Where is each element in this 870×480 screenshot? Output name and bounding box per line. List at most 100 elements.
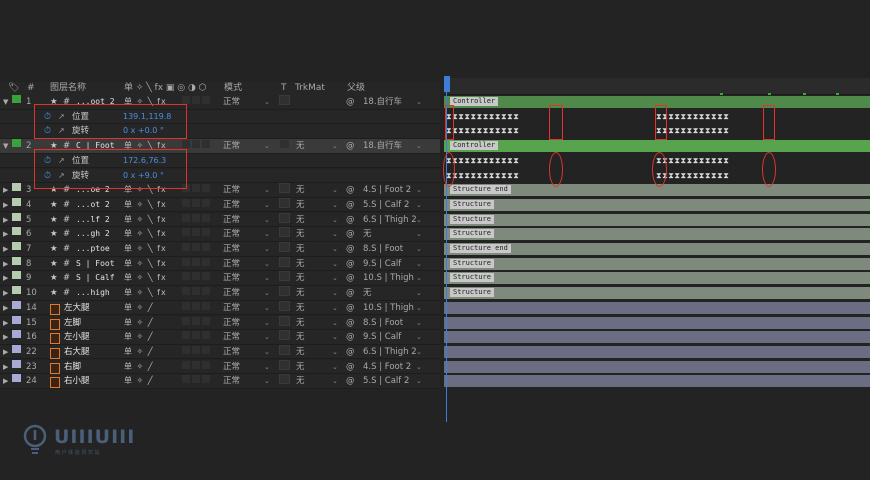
layer-duration-bar[interactable] [444,375,870,388]
switch-boxes[interactable] [182,242,212,251]
triangle-right-icon[interactable]: ▶ [3,286,8,300]
layer-row[interactable]: ▶ 10 ★ # ...high 单 ✧ ╲ fx 正常 ⌄ 无 ⌄ @ 无 ⌄ Structure [0,286,870,301]
chevron-down-icon[interactable]: ⌄ [264,316,270,330]
layer-switches-icon[interactable]: 单 ✧ ╱ [124,360,154,374]
chevron-down-icon[interactable]: ⌄ [416,301,422,315]
chevron-down-icon[interactable]: ⌄ [416,360,422,374]
switch-boxes[interactable] [182,213,212,222]
chevron-down-icon[interactable]: ⌄ [332,345,338,359]
chevron-down-icon[interactable]: ⌄ [416,316,422,330]
chevron-down-icon[interactable]: ⌄ [264,95,270,109]
preserve-transparency-box[interactable] [279,197,290,208]
triangle-right-icon[interactable]: ▶ [3,374,8,388]
layer-duration-bar[interactable]: Structure [444,213,870,226]
layer-row[interactable]: ▶ 23 右脚单 ✧ ╱ 正常 ⌄ 无 ⌄ @4.S | Foot 2 ⌄ [0,359,870,375]
layer-row[interactable]: ▶ 5 ★ # ...lf 2单 ✧ ╲ fx 正常 ⌄ 无 ⌄ @6.S | Thigh 2 ⌄ S… [0,212,870,228]
layer-duration-bar[interactable]: Controller [444,140,870,153]
chevron-down-icon[interactable]: ⌄ [332,183,338,197]
layer-duration-bar[interactable]: Structure [444,257,870,270]
layer-name[interactable]: 左小腿 [64,330,90,344]
keyframe-group[interactable]: ⧗⧗⧗⧗⧗⧗⧗⧗⧗⧗⧗⧗ [656,111,729,123]
pickwhip-icon[interactable]: @ [346,139,355,153]
label-color-swatch[interactable] [12,95,21,103]
triangle-right-icon[interactable]: ▶ [3,242,8,256]
pickwhip-icon[interactable]: @ [346,95,355,109]
preserve-transparency-box[interactable] [279,256,290,267]
chevron-down-icon[interactable]: ⌄ [332,316,338,330]
chevron-down-icon[interactable]: ⌄ [416,345,422,359]
chevron-down-icon[interactable]: ⌄ [416,330,422,344]
pickwhip-icon[interactable]: @ [346,213,355,227]
triangle-right-icon[interactable]: ▶ [3,271,8,285]
pickwhip-icon[interactable]: @ [346,242,355,256]
layer-row[interactable]: ▶ 15 左脚单 ✧ ╱ 正常 ⌄ 无 ⌄ @8.S | Foot ⌄ [0,315,870,331]
chevron-down-icon[interactable]: ⌄ [264,257,270,271]
label-color-swatch[interactable] [12,344,21,353]
triangle-right-icon[interactable]: ▶ [3,360,8,374]
time-ruler[interactable] [444,78,870,95]
chevron-down-icon[interactable]: ⌄ [264,183,270,197]
label-color-swatch[interactable] [12,315,21,324]
triangle-right-icon[interactable]: ▶ [3,198,8,212]
switch-boxes[interactable] [182,345,212,354]
triangle-right-icon[interactable]: ▶ [3,330,8,344]
layer-name[interactable]: 右脚 [64,360,81,374]
label-color-swatch[interactable] [12,139,21,148]
switch-boxes[interactable] [182,330,212,340]
layer-name[interactable]: S | Foot [76,257,115,271]
preserve-transparency-box[interactable] [279,95,290,105]
chevron-down-icon[interactable]: ⌄ [264,242,270,256]
layer-duration-bar[interactable] [444,345,870,358]
switch-boxes[interactable] [182,374,212,384]
chevron-down-icon[interactable]: ⌄ [416,213,422,227]
chevron-down-icon[interactable]: ⌄ [264,345,270,359]
chevron-down-icon[interactable]: ⌄ [332,257,338,271]
preserve-transparency-box[interactable] [279,315,290,326]
chevron-down-icon[interactable]: ⌄ [332,360,338,374]
layer-row[interactable]: ▶ 6 ★ # ...gh 2单 ✧ ╲ fx 正常 ⌄ 无 ⌄ @ 无 ⌄ Structure [0,227,870,242]
layer-switches-icon[interactable]: 单 ✧ ╲ fx [124,286,167,300]
chevron-down-icon[interactable]: ⌄ [264,139,270,153]
preserve-transparency-box[interactable] [279,374,290,385]
col-layer-name[interactable]: 图层名称 [50,82,86,95]
preserve-transparency-box[interactable] [279,183,290,194]
pickwhip-icon[interactable]: @ [346,360,355,374]
chevron-down-icon[interactable]: ⌄ [332,301,338,315]
chevron-down-icon[interactable]: ⌄ [416,139,422,153]
switch-boxes[interactable] [182,301,212,310]
layer-switches-icon[interactable]: 单 ✧ ╱ [124,301,154,315]
layer-switches-icon[interactable]: 单 ✧ ╱ [124,345,154,359]
triangle-down-icon[interactable]: ▼ [3,95,8,109]
label-color-swatch[interactable] [12,256,21,265]
preserve-transparency-box[interactable] [279,344,290,355]
chevron-down-icon[interactable]: ⌄ [332,198,338,212]
switch-boxes[interactable] [182,198,212,207]
label-color-swatch[interactable] [12,286,21,295]
label-color-swatch[interactable] [12,197,21,206]
switch-boxes[interactable] [182,257,212,266]
layer-duration-bar[interactable] [444,316,870,329]
pickwhip-icon[interactable]: @ [346,301,355,315]
triangle-down-icon[interactable]: ▼ [3,139,8,153]
switch-boxes[interactable] [182,316,212,325]
layer-name[interactable]: ...gh 2 [76,227,110,241]
label-color-swatch[interactable] [12,271,21,280]
chevron-down-icon[interactable]: ⌄ [416,227,422,241]
pickwhip-icon[interactable]: @ [346,374,355,388]
chevron-down-icon[interactable]: ⌄ [416,95,422,109]
chevron-down-icon[interactable]: ⌄ [416,271,422,285]
chevron-down-icon[interactable]: ⌄ [416,198,422,212]
label-color-swatch[interactable] [12,374,21,383]
layer-switches-icon[interactable]: 单 ✧ ╱ [124,374,154,388]
switch-boxes[interactable] [182,139,212,149]
chevron-down-icon[interactable]: ⌄ [332,271,338,285]
chevron-down-icon[interactable]: ⌄ [332,213,338,227]
layer-name[interactable]: 右大腿 [64,345,90,359]
layer-row[interactable]: ▶ 22 右大腿单 ✧ ╱ 正常 ⌄ 无 ⌄ @6.S | Thigh 2 ⌄ [0,344,870,360]
layer-name[interactable]: ...ptoe [76,242,110,256]
layer-duration-bar[interactable] [444,360,870,373]
layer-duration-bar[interactable]: Structure end [444,243,870,255]
chevron-down-icon[interactable]: ⌄ [416,286,422,300]
preserve-transparency-box[interactable] [279,330,290,341]
pickwhip-icon[interactable]: @ [346,345,355,359]
